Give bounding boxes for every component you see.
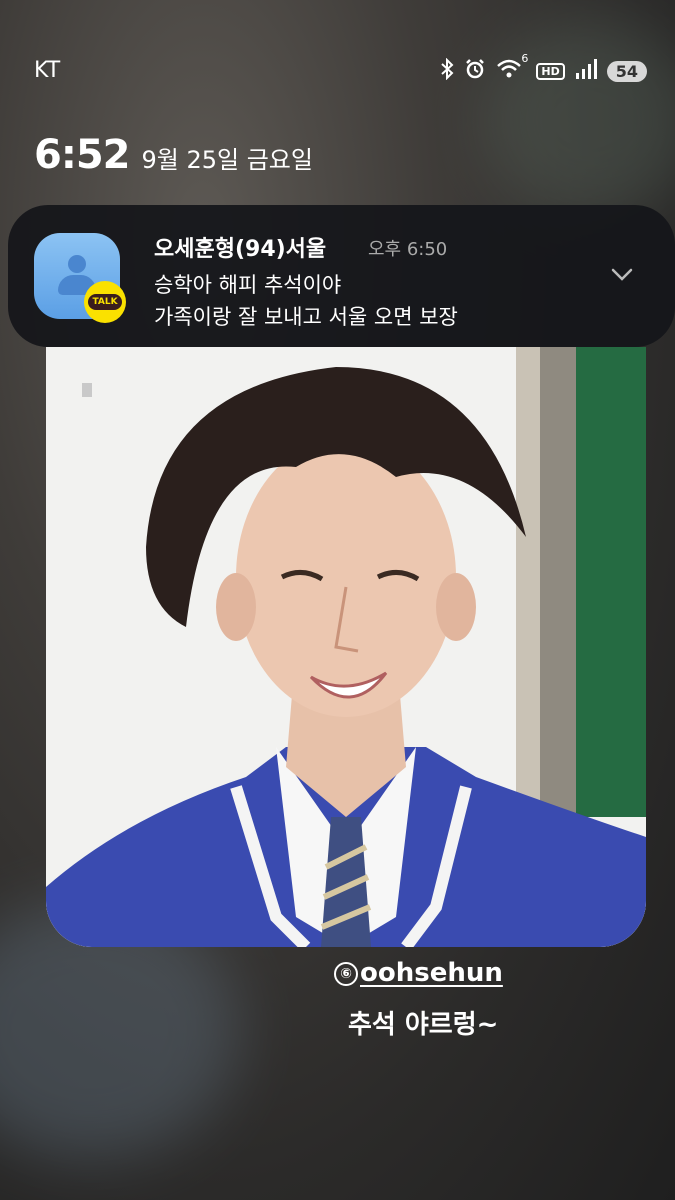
wifi-generation-label: 6 xyxy=(521,52,529,65)
wifi-6-icon: 6 xyxy=(496,52,528,85)
clock-time: 6:52 xyxy=(34,132,130,178)
bluetooth-icon xyxy=(440,57,454,85)
mention-icon: ⑥ xyxy=(334,962,358,986)
chevron-down-icon[interactable] xyxy=(609,261,635,287)
carrier-label: KT xyxy=(34,58,61,83)
notification-message-line: 승학아 해피 추석이야 xyxy=(154,273,342,297)
status-icons: 6 HD 54 xyxy=(440,52,647,85)
talk-badge: TALK xyxy=(84,281,126,323)
lock-clock: 6:52 9월 25일 금요일 xyxy=(34,132,313,178)
alarm-icon xyxy=(464,58,486,85)
battery-indicator: 54 xyxy=(606,61,647,82)
status-bar: KT 6 HD 54 xyxy=(0,0,675,140)
clock-date: 9월 25일 금요일 xyxy=(141,146,313,174)
talk-badge-label: TALK xyxy=(88,294,122,310)
message-notification[interactable]: TALK 오세훈형(94)서울 오후 6:50 승학아 해피 추석이야 가족이랑… xyxy=(8,205,675,347)
mention-handle: oohsehun xyxy=(360,958,503,988)
notification-message-line: 가족이랑 잘 보내고 서울 오면 보장 xyxy=(154,305,458,329)
notification-time: 오후 6:50 xyxy=(368,239,448,260)
signal-icon xyxy=(575,59,597,84)
story-mention-link[interactable]: ⑥ oohsehun xyxy=(334,958,503,988)
story-caption: 추석 야르렁~ xyxy=(348,1010,499,1040)
story-photo xyxy=(46,347,646,947)
hd-voice-icon: HD xyxy=(536,63,565,80)
kakaotalk-icon: TALK xyxy=(34,233,126,323)
notification-sender: 오세훈형(94)서울 xyxy=(154,237,327,262)
